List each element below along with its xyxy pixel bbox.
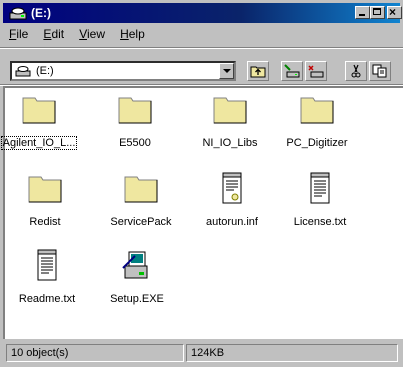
- item-label: Readme.txt: [18, 293, 76, 305]
- item-label: PC_Digitizer: [286, 137, 348, 149]
- maximize-button[interactable]: [370, 6, 385, 19]
- map-drive-button[interactable]: [281, 61, 303, 81]
- item-label: autorun.inf: [206, 216, 258, 228]
- item-label: Setup.EXE: [110, 293, 164, 305]
- drive-icon: [15, 66, 31, 77]
- cut-button[interactable]: [345, 61, 367, 81]
- address-combo[interactable]: (E:): [10, 61, 236, 81]
- folder-icon: [300, 97, 334, 124]
- copy-icon: [372, 64, 387, 78]
- menu-file[interactable]: File: [3, 25, 34, 43]
- item-label: NI_IO_Libs: [202, 137, 258, 149]
- menu-bar: File Edit View Help: [3, 25, 400, 45]
- list-item-folder[interactable]: NI_IO_Libs: [190, 92, 270, 149]
- list-item-file[interactable]: autorun.inf: [192, 171, 272, 228]
- folder-icon: [213, 97, 247, 124]
- setup-exe-icon: [122, 251, 148, 279]
- minimize-icon: [359, 14, 365, 16]
- explorer-window: (E:) × File Edit View Help (E:) Agilent_…: [0, 0, 403, 367]
- item-label: Redist: [29, 216, 61, 228]
- list-item-folder[interactable]: E5500: [95, 92, 175, 149]
- item-label: ServicePack: [110, 216, 172, 228]
- item-label: License.txt: [293, 216, 347, 228]
- address-value: (E:): [36, 65, 54, 77]
- menu-edit-label: dit: [51, 27, 65, 41]
- drive-icon: [9, 7, 27, 20]
- up-folder-icon: [250, 66, 266, 78]
- close-button[interactable]: ×: [387, 5, 402, 19]
- menu-help-label: elp: [128, 27, 145, 41]
- menu-file-label: ile: [16, 27, 29, 41]
- address-dropdown-button[interactable]: [219, 63, 234, 79]
- list-item-folder[interactable]: ServicePack: [101, 171, 181, 228]
- menu-help-mnemonic: H: [120, 27, 129, 41]
- text-file-icon: [310, 172, 330, 204]
- list-item-file[interactable]: Setup.EXE: [97, 248, 177, 305]
- menu-edit[interactable]: Edit: [37, 25, 70, 43]
- status-size: 124KB: [186, 344, 398, 362]
- copy-button[interactable]: [369, 61, 391, 81]
- list-item-file[interactable]: License.txt: [280, 171, 360, 228]
- menu-view-mnemonic: V: [79, 27, 87, 41]
- file-list: Agilent_IO_L... E5500 NI_IO_Libs PC_Digi…: [0, 86, 403, 339]
- maximize-icon: [373, 8, 381, 15]
- close-icon: ×: [389, 5, 397, 19]
- minimize-button[interactable]: [355, 6, 370, 19]
- item-label: Agilent_IO_L...: [0, 136, 78, 150]
- menu-view[interactable]: View: [73, 25, 111, 43]
- item-label: E5500: [119, 137, 151, 149]
- folder-icon: [28, 176, 62, 203]
- map-drive-icon: [284, 64, 300, 78]
- disconnect-drive-button[interactable]: [305, 61, 327, 81]
- folder-icon: [124, 176, 158, 203]
- menu-help[interactable]: Help: [114, 25, 151, 43]
- status-bar: 10 object(s) 124KB: [3, 342, 403, 364]
- disconnect-drive-icon: [308, 65, 324, 78]
- text-file-icon: [37, 249, 57, 281]
- status-object-count: 10 object(s): [6, 344, 184, 362]
- menu-view-label: iew: [86, 27, 105, 41]
- title-bar[interactable]: (E:) ×: [3, 3, 402, 23]
- toolbar: (E:): [3, 52, 403, 86]
- list-item-folder[interactable]: Redist: [5, 171, 85, 228]
- folder-icon: [118, 97, 152, 124]
- menu-divider: [0, 47, 403, 49]
- up-folder-button[interactable]: [247, 61, 269, 81]
- window-title: (E:): [31, 6, 51, 20]
- settings-file-icon: [222, 172, 242, 204]
- list-item-folder[interactable]: PC_Digitizer: [277, 92, 357, 149]
- scissors-icon: [351, 64, 361, 78]
- list-item-folder[interactable]: Agilent_IO_L...: [0, 92, 79, 150]
- folder-icon: [22, 97, 56, 124]
- list-item-file[interactable]: Readme.txt: [7, 248, 87, 305]
